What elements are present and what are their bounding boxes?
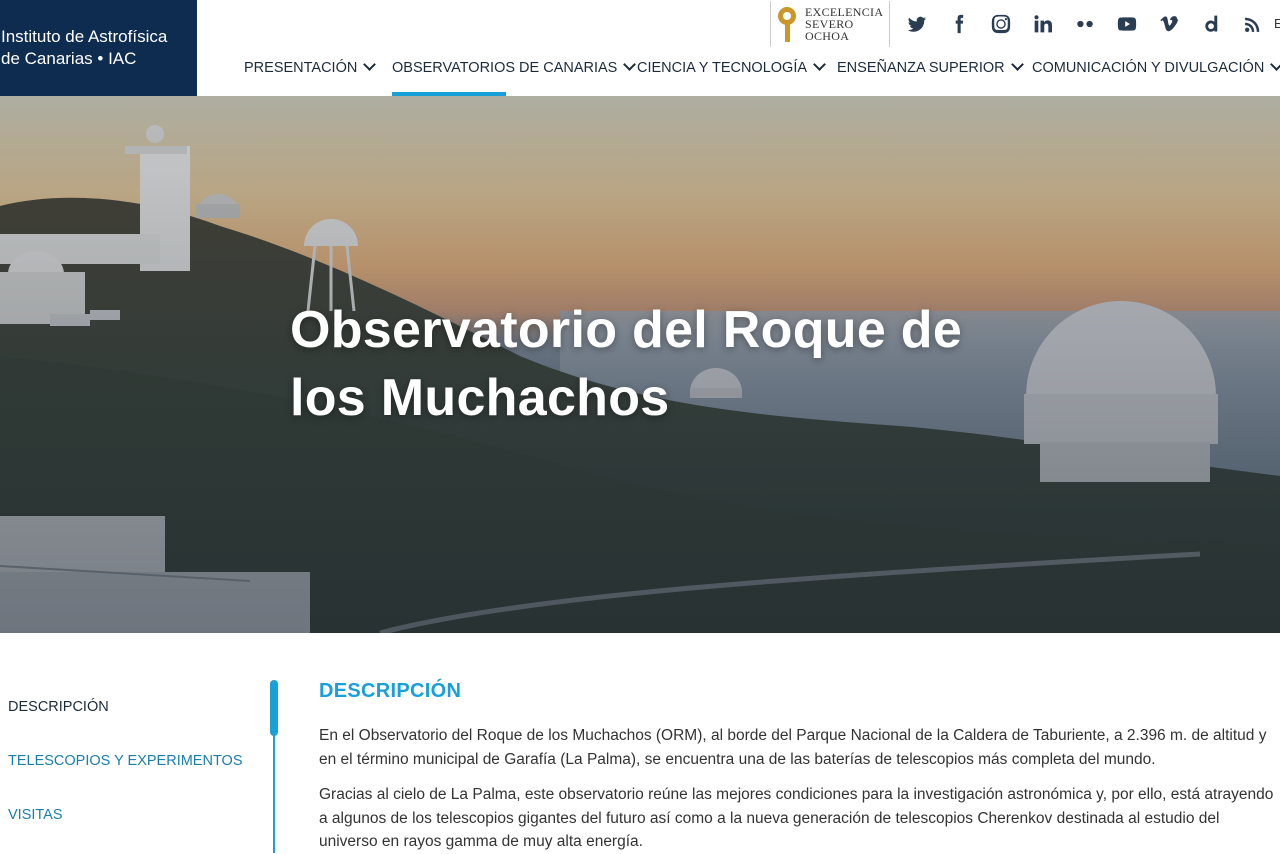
- chevron-down-icon: [1010, 58, 1024, 71]
- nav-label: PRESENTACIÓN: [244, 60, 358, 76]
- chevron-down-icon: [813, 58, 826, 71]
- key-icon: [777, 4, 799, 44]
- main-navigation: PRESENTACIÓN OBSERVATORIOS DE CANARIAS C…: [0, 48, 1280, 96]
- nav-label: COMUNICACIÓN Y DIVULGACIÓN: [1032, 60, 1265, 76]
- youtube-icon[interactable]: [1106, 1, 1148, 47]
- main-content: DESCRIPCIÓN En el Observatorio del Roque…: [319, 680, 1274, 854]
- logo-line-1: Instituto de Astrofísica: [1, 27, 168, 46]
- nav-ensenanza-superior[interactable]: ENSEÑANZA SUPERIOR: [837, 58, 1024, 96]
- site-header: Instituto de Astrofísica de Canarias • I…: [0, 0, 1280, 96]
- dailymotion-icon[interactable]: [1190, 1, 1232, 47]
- chevron-down-icon: [623, 58, 637, 71]
- title-line-2: los Muchachos: [290, 369, 670, 427]
- sidebar-item-visitas[interactable]: VISITAS: [8, 807, 63, 823]
- nav-label: ENSEÑANZA SUPERIOR: [837, 60, 1005, 76]
- paragraph-1: En el Observatorio del Roque de los Much…: [319, 727, 1267, 768]
- podcast-icon[interactable]: [1232, 1, 1274, 47]
- nav-observatorios[interactable]: OBSERVATORIOS DE CANARIAS: [392, 58, 637, 96]
- title-line-1: Observatorio del Roque de: [290, 301, 963, 359]
- facebook-icon[interactable]: [938, 1, 980, 47]
- instagram-icon[interactable]: [980, 1, 1022, 47]
- paragraph-2: Gracias al cielo de La Palma, este obser…: [319, 786, 1274, 850]
- social-links: [896, 1, 1274, 47]
- sidebar-item-telescopios[interactable]: TELESCOPIOS Y EXPERIMENTOS: [8, 753, 243, 769]
- chevron-down-icon: [363, 58, 377, 71]
- twitter-icon[interactable]: [896, 1, 938, 47]
- nav-presentacion[interactable]: PRESENTACIÓN: [244, 58, 377, 96]
- sidebar-item-descripcion[interactable]: DESCRIPCIÓN: [8, 699, 109, 715]
- severo-line-3: OCHOA: [805, 29, 850, 43]
- flickr-icon[interactable]: [1064, 1, 1106, 47]
- hero-banner: Observatorio del Roque de los Muchachos: [0, 96, 1280, 633]
- top-bar: EXCELENCIA SEVERO OCHOA: [770, 0, 1274, 48]
- nav-comunicacion-divulgacion[interactable]: COMUNICACIÓN Y DIVULGACIÓN: [1032, 58, 1280, 96]
- linkedin-icon[interactable]: [1022, 1, 1064, 47]
- vimeo-icon[interactable]: [1148, 1, 1190, 47]
- nav-label: OBSERVATORIOS DE CANARIAS: [392, 60, 618, 76]
- nav-label: CIENCIA Y TECNOLOGÍA: [637, 60, 808, 76]
- severo-ochoa-badge[interactable]: EXCELENCIA SEVERO OCHOA: [770, 1, 891, 47]
- chevron-down-icon: [1270, 58, 1280, 71]
- page-title: Observatorio del Roque de los Muchachos: [290, 296, 1010, 432]
- scroll-indicator[interactable]: [270, 680, 278, 736]
- nav-ciencia-tecnologia[interactable]: CIENCIA Y TECNOLOGÍA: [637, 58, 826, 96]
- section-heading: DESCRIPCIÓN: [319, 680, 462, 702]
- language-selector-partial[interactable]: E: [1274, 16, 1280, 31]
